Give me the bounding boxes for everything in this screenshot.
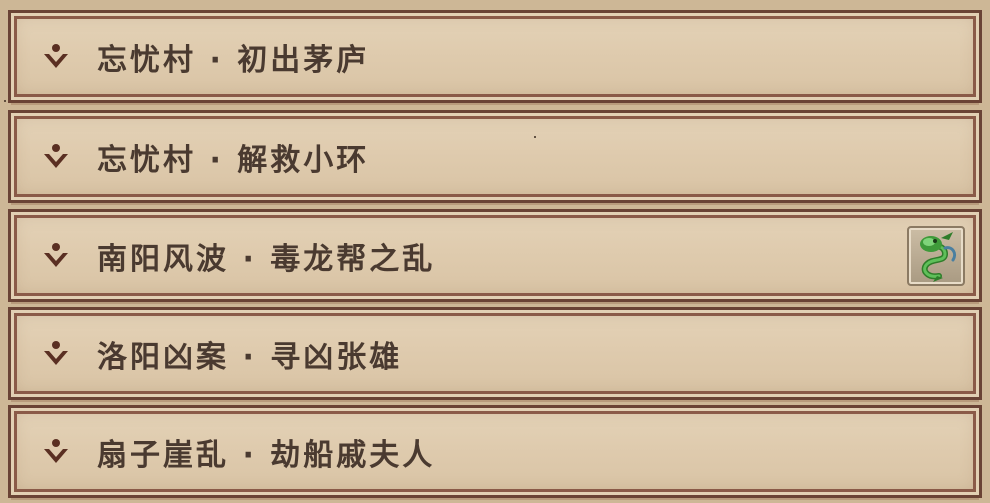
quest-row[interactable]: 忘忧村 · 解救小环 (8, 110, 982, 205)
paper-speck (4, 100, 6, 102)
chevron-down-icon (44, 43, 68, 68)
quest-title: 扇子崖乱 · 劫船戚夫人 (97, 437, 436, 473)
quest-title: 南阳风波 · 毒龙帮之乱 (97, 241, 436, 277)
chevron-down-icon (44, 340, 68, 365)
quest-row[interactable]: 南阳风波 · 毒龙帮之乱 (8, 209, 982, 304)
quest-row[interactable]: 忘忧村 · 初出茅庐 (8, 10, 982, 105)
paper-speck (534, 136, 536, 138)
chevron-down-icon (44, 438, 68, 463)
quest-list: 忘忧村 · 初出茅庐 忘忧村 · 解救小环 南阳风波 · 毒龙帮之乱 洛阳凶案 … (0, 0, 990, 503)
quest-row[interactable]: 扇子崖乱 · 劫船戚夫人 (8, 405, 982, 500)
quest-row[interactable]: 洛阳凶案 · 寻凶张雄 (8, 307, 982, 402)
quest-title: 洛阳凶案 · 寻凶张雄 (97, 339, 403, 375)
quest-title: 忘忧村 · 解救小环 (97, 142, 370, 178)
quest-title: 忘忧村 · 初出茅庐 (97, 42, 370, 78)
reward-item-slot[interactable] (907, 225, 965, 286)
chevron-down-icon (44, 143, 68, 168)
jade-dragon-icon (920, 231, 957, 282)
chevron-down-icon (44, 242, 68, 267)
